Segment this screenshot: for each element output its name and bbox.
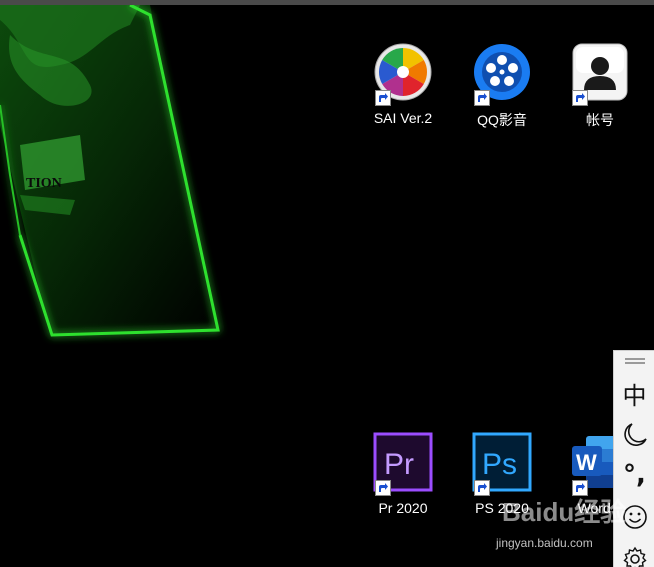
shortcut-arrow-icon xyxy=(572,90,588,106)
desktop-icon-account[interactable]: 帐号 xyxy=(552,42,648,142)
emoji-icon[interactable] xyxy=(614,499,654,535)
shortcut-arrow-icon xyxy=(474,90,490,106)
svg-text:W: W xyxy=(576,450,597,475)
moon-icon[interactable] xyxy=(614,417,654,453)
svg-text:TION: TION xyxy=(26,176,62,191)
desktop-icon-premiere-pro[interactable]: Pr Pr 2020 xyxy=(355,432,451,532)
shortcut-arrow-icon xyxy=(375,480,391,496)
wallpaper-green-poster: TION xyxy=(0,5,220,337)
desktop-icon-label: SAI Ver.2 xyxy=(373,110,433,126)
desktop-icon-qq-player[interactable]: QQ影音 xyxy=(454,42,550,142)
desktop-icon-label: Pr 2020 xyxy=(378,500,428,516)
desktop[interactable]: TION SAI Ver.2 QQ影音 帐号 Pr Pr 2020 Ps PS … xyxy=(0,0,654,567)
sai-color-wheel-icon xyxy=(373,42,433,106)
svg-text:Pr: Pr xyxy=(384,448,414,481)
desktop-icon-photoshop[interactable]: Ps PS 2020 xyxy=(454,432,550,532)
premiere-pro-icon: Pr xyxy=(373,432,433,496)
punctuation-toggle-button[interactable]: °, xyxy=(614,457,654,493)
svg-text:Ps: Ps xyxy=(482,448,517,481)
shortcut-arrow-icon xyxy=(572,480,588,496)
gear-icon[interactable] xyxy=(614,541,654,567)
ime-toolbar: 中 °, xyxy=(613,350,654,567)
shortcut-arrow-icon xyxy=(375,90,391,106)
desktop-icon-sai[interactable]: SAI Ver.2 xyxy=(355,42,451,142)
language-toggle-button[interactable]: 中 xyxy=(614,375,654,411)
user-account-icon xyxy=(570,42,630,106)
desktop-icon-label: QQ影音 xyxy=(477,112,527,128)
shortcut-arrow-icon xyxy=(474,480,490,496)
desktop-icon-label: 帐号 xyxy=(586,112,614,128)
drag-handle-icon[interactable] xyxy=(614,351,654,371)
photoshop-icon: Ps xyxy=(472,432,532,496)
watermark-url: jingyan.baidu.com xyxy=(496,536,593,550)
desktop-icon-label: PS 2020 xyxy=(475,500,529,516)
qq-player-icon xyxy=(472,42,532,106)
